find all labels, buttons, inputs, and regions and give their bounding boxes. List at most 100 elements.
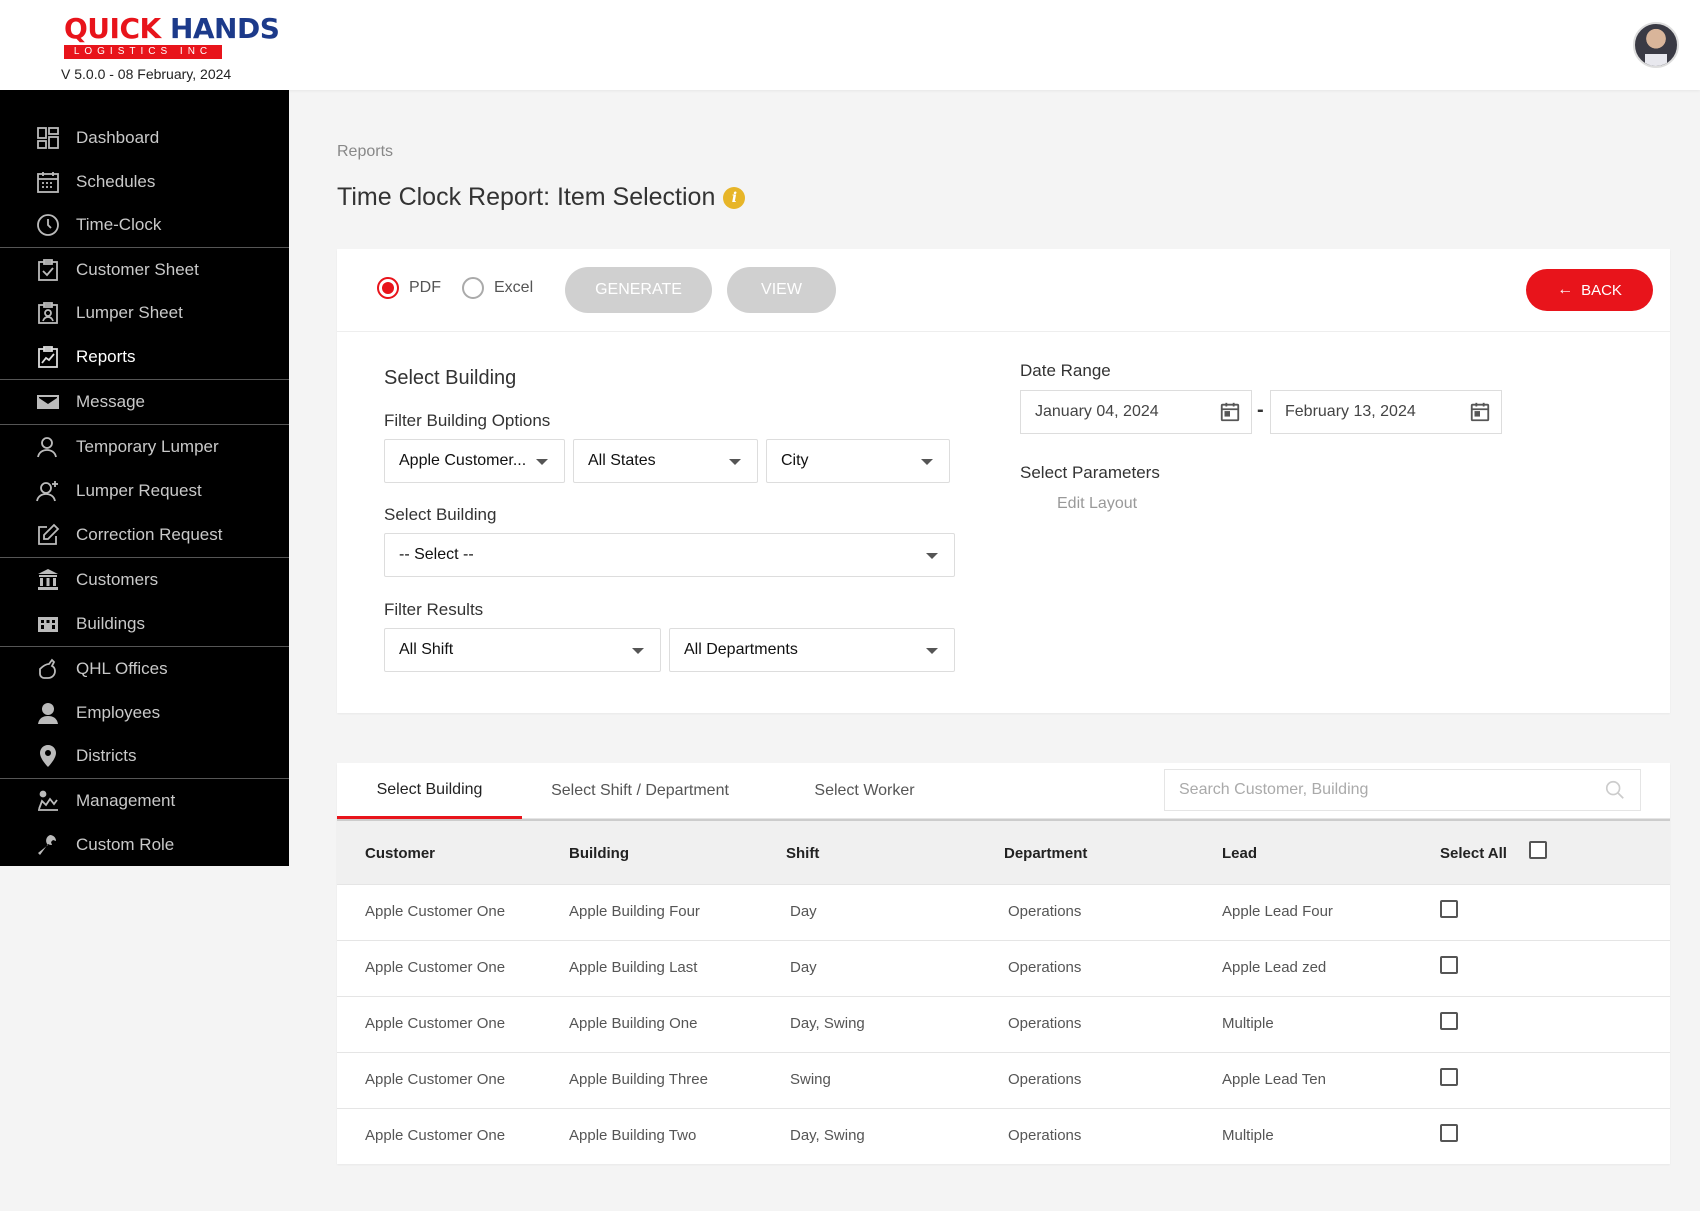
table-row[interactable]: Apple Customer One Apple Building Last D… — [337, 940, 1670, 996]
sidebar-item-management[interactable]: Management — [0, 780, 289, 822]
cell-building: Apple Building Four — [569, 903, 700, 920]
select-building-label: Select Building — [384, 505, 497, 524]
user-outline-icon — [35, 434, 61, 460]
sidebar-item-customers[interactable]: Customers — [0, 559, 289, 601]
view-button[interactable]: VIEW — [727, 267, 836, 313]
cell-lead: Multiple — [1222, 1127, 1274, 1144]
breadcrumb[interactable]: Reports — [337, 143, 393, 161]
calendar-icon[interactable] — [1469, 401, 1491, 428]
select-all-checkbox[interactable] — [1529, 841, 1547, 859]
sidebar-item-message[interactable]: Message — [0, 381, 289, 423]
column-header-shift[interactable]: Shift — [786, 845, 819, 862]
sidebar-item-lumper-request[interactable]: Lumper Request — [0, 470, 289, 512]
sidebar-item-label: Dashboard — [76, 128, 160, 147]
sidebar-item-employees[interactable]: Employees — [0, 692, 289, 734]
company-logo[interactable]: QUICK HANDS LOGISTICS INC — [64, 12, 280, 59]
table-row[interactable]: Apple Customer One Apple Building Two Da… — [337, 1108, 1670, 1164]
sidebar-item-label: Customer Sheet — [76, 260, 199, 279]
sidebar-item-buildings[interactable]: Buildings — [0, 603, 289, 645]
sidebar-item-qhl-offices[interactable]: QHL Offices — [0, 648, 289, 690]
pdf-radio-label: PDF — [409, 279, 441, 296]
chevron-down-icon — [729, 459, 741, 465]
column-header-department[interactable]: Department — [1004, 845, 1087, 862]
search-input[interactable]: Search Customer, Building — [1164, 769, 1641, 811]
row-checkbox[interactable] — [1440, 1012, 1458, 1030]
generate-button[interactable]: GENERATE — [565, 267, 712, 313]
envelope-icon — [35, 389, 61, 415]
tab-select-worker[interactable]: Select Worker — [787, 763, 942, 819]
dashboard-icon — [35, 125, 61, 151]
cell-shift: Swing — [790, 1071, 831, 1088]
tab-select-building[interactable]: Select Building — [337, 763, 522, 819]
tab-select-shift-department[interactable]: Select Shift / Department — [534, 763, 746, 819]
search-icon — [1604, 779, 1626, 806]
user-avatar[interactable] — [1633, 22, 1679, 68]
sidebar-item-label: Correction Request — [76, 525, 223, 544]
edit-layout-link[interactable]: Edit Layout — [1057, 495, 1137, 513]
city-select[interactable]: City — [766, 439, 950, 483]
chevron-down-icon — [921, 459, 933, 465]
edit-icon — [35, 522, 61, 548]
sidebar-item-temporary-lumper[interactable]: Temporary Lumper — [0, 426, 289, 468]
table-row[interactable]: Apple Customer One Apple Building Three … — [337, 1052, 1670, 1108]
cell-lead: Apple Lead zed — [1222, 959, 1327, 976]
column-header-lead[interactable]: Lead — [1222, 845, 1257, 862]
sidebar-divider — [0, 424, 289, 425]
sidebar-item-correction-request[interactable]: Correction Request — [0, 514, 289, 556]
logo-word-quick: QUICK — [64, 12, 161, 45]
chevron-down-icon — [926, 648, 938, 654]
info-icon[interactable]: i — [723, 186, 746, 209]
sidebar-item-reports[interactable]: Reports — [0, 336, 289, 378]
cell-customer: Apple Customer One — [365, 1015, 506, 1032]
building-select-value: -- Select -- — [399, 546, 474, 563]
building-select[interactable]: -- Select -- — [384, 533, 955, 577]
cell-department: Operations — [1008, 1015, 1082, 1032]
date-to-input[interactable]: February 13, 2024 — [1270, 390, 1502, 434]
clock-icon — [35, 212, 61, 238]
select-building-heading: Select Building — [384, 367, 517, 389]
back-button[interactable]: ← BACK — [1526, 269, 1653, 311]
selection-table-card: Select Building Select Shift / Departmen… — [337, 763, 1670, 1164]
sidebar-item-schedules[interactable]: Schedules — [0, 161, 289, 203]
radio-unselected-icon — [462, 277, 484, 299]
sidebar-item-districts[interactable]: Districts — [0, 735, 289, 777]
date-from-input[interactable]: January 04, 2024 — [1020, 390, 1252, 434]
cell-shift: Day, Swing — [790, 1127, 865, 1144]
column-header-customer[interactable]: Customer — [365, 845, 435, 862]
map-pin-icon — [35, 743, 61, 769]
report-options-card: PDF Excel GENERATE VIEW ← BACK Select Bu… — [337, 249, 1670, 713]
row-checkbox[interactable] — [1440, 1068, 1458, 1086]
sidebar-item-customer-sheet[interactable]: Customer Sheet — [0, 249, 289, 291]
building-icon — [35, 611, 61, 637]
customer-select[interactable]: Apple Customer... — [384, 439, 565, 483]
shift-select[interactable]: All Shift — [384, 628, 661, 672]
row-checkbox[interactable] — [1440, 956, 1458, 974]
calendar-icon[interactable] — [1219, 401, 1241, 428]
table-row[interactable]: Apple Customer One Apple Building Four D… — [337, 884, 1670, 940]
sidebar-item-lumper-sheet[interactable]: Lumper Sheet — [0, 292, 289, 334]
row-checkbox[interactable] — [1440, 1124, 1458, 1142]
department-select[interactable]: All Departments — [669, 628, 955, 672]
logo-subtitle: LOGISTICS INC — [64, 45, 222, 59]
sidebar-item-label: Message — [76, 392, 145, 411]
sidebar-item-label: Schedules — [76, 172, 156, 191]
cell-department: Operations — [1008, 959, 1082, 976]
excel-radio[interactable]: Excel — [462, 277, 533, 299]
sidebar-item-dashboard[interactable]: Dashboard — [0, 117, 289, 159]
format-toolbar: PDF Excel GENERATE VIEW ← BACK — [337, 249, 1670, 332]
sidebar-item-label: Buildings — [76, 614, 145, 633]
cell-customer: Apple Customer One — [365, 903, 506, 920]
state-select[interactable]: All States — [573, 439, 758, 483]
sidebar-item-custom-role[interactable]: Custom Role — [0, 824, 289, 866]
sidebar-item-label: Management — [76, 791, 176, 810]
sidebar: Dashboard Schedules Time-Clock Customer … — [0, 90, 289, 866]
pdf-radio[interactable]: PDF — [377, 277, 441, 299]
top-bar: QUICK HANDS LOGISTICS INC V 5.0.0 - 08 F… — [0, 0, 1700, 90]
sidebar-item-time-clock[interactable]: Time-Clock — [0, 204, 289, 246]
row-checkbox[interactable] — [1440, 900, 1458, 918]
chevron-down-icon — [926, 553, 938, 559]
table-row[interactable]: Apple Customer One Apple Building One Da… — [337, 996, 1670, 1052]
column-header-building[interactable]: Building — [569, 845, 629, 862]
person-icon — [35, 700, 61, 726]
cell-building: Apple Building Last — [569, 959, 698, 976]
